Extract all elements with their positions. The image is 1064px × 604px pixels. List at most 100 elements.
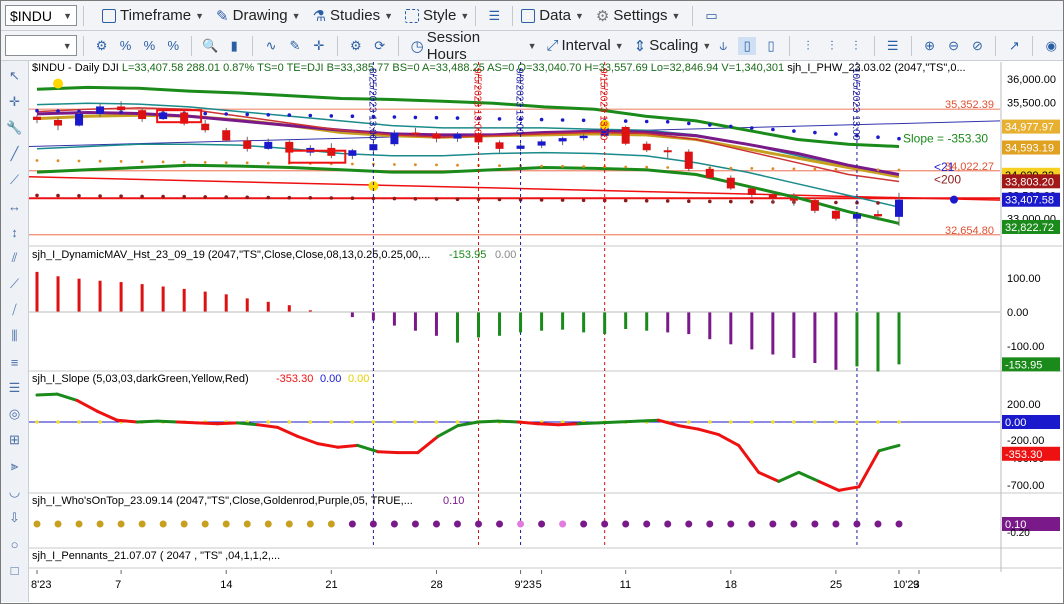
- chevron-down-icon[interactable]: ▼: [63, 11, 72, 21]
- arc-tool-icon[interactable]: ◡: [4, 481, 26, 503]
- wot-dot: [369, 520, 377, 528]
- header-segment: $INDU - Daily DJI: [32, 62, 122, 74]
- layout-icon[interactable]: ☰: [485, 7, 503, 25]
- data-menu[interactable]: Data ▼: [521, 7, 584, 24]
- candle-icon[interactable]: ▯: [738, 36, 757, 55]
- hist-bar: [245, 298, 249, 312]
- hist-bar: [350, 312, 354, 318]
- slope-zero-dot: [308, 420, 313, 424]
- ray-tool-icon[interactable]: ⟋: [4, 169, 26, 191]
- slope-last-label: -353.30: [1005, 449, 1042, 461]
- mid-dot: [414, 163, 417, 167]
- slope-zero-dot: [392, 420, 397, 424]
- eye-icon[interactable]: ◉: [1042, 37, 1060, 55]
- cycle-tool-icon[interactable]: ◎: [4, 403, 26, 425]
- rectangle-tool-icon[interactable]: □: [4, 559, 26, 581]
- refresh-icon[interactable]: ⟳: [371, 37, 389, 55]
- ohlc-icon[interactable]: ⫶: [823, 37, 841, 55]
- bar-icon[interactable]: ▮: [225, 37, 243, 55]
- hist-bar: [413, 312, 417, 331]
- chart-area[interactable]: 8/25/2023 13:00 9/5/2023 13:00 9/8/2023 13…: [29, 62, 1062, 602]
- hist-bar: [56, 276, 60, 312]
- zoom-out-icon[interactable]: ⊖: [945, 37, 963, 55]
- candle-hollow-icon[interactable]: ▯: [762, 37, 780, 55]
- interval-select[interactable]: ▼: [5, 35, 77, 56]
- symbol-input[interactable]: $INDU ▼: [5, 5, 77, 26]
- arrow-tool-icon[interactable]: ⇩: [4, 507, 26, 529]
- hist-bar: [392, 312, 396, 326]
- upper-dot: [539, 117, 544, 122]
- style-menu[interactable]: Style ▼: [405, 7, 469, 24]
- session-hours-menu[interactable]: ◷ Session Hours ▼: [411, 29, 537, 63]
- percent-icon[interactable]: %: [164, 37, 182, 55]
- trend-tool-icon[interactable]: ⟋: [4, 273, 26, 295]
- ohlc-icon[interactable]: ⫶: [847, 37, 865, 55]
- fib-ext-icon[interactable]: ☰: [4, 377, 26, 399]
- settings-menu[interactable]: ⚙ Settings ▼: [596, 7, 681, 25]
- slope-zero-dot: [455, 420, 460, 424]
- ohlc-icon[interactable]: ⫶: [799, 37, 817, 55]
- zoom-in-icon[interactable]: ⊕: [921, 37, 939, 55]
- mid-dot: [435, 163, 438, 167]
- settings-grid-icon[interactable]: ⚙: [347, 37, 365, 55]
- chart-icon[interactable]: ∿: [262, 37, 280, 55]
- hist-bar: [119, 282, 123, 312]
- hline-tool-icon[interactable]: ↔: [4, 195, 26, 217]
- crosshair-icon[interactable]: ✛: [310, 37, 328, 55]
- chevron-down-icon[interactable]: ▼: [63, 41, 72, 51]
- gann-tool-icon[interactable]: ⫼: [4, 325, 26, 347]
- price-header: $INDU - Daily DJI L=33,407.58 288.01 0.8…: [32, 62, 966, 74]
- interval-menu[interactable]: ⤢ Interval ▼: [546, 37, 623, 54]
- mid-dot: [140, 160, 144, 164]
- fib-tool-icon[interactable]: ≡: [4, 351, 26, 373]
- lower-dot: [203, 195, 207, 199]
- upper-dot: [308, 113, 313, 118]
- regression-tool-icon[interactable]: ⧸: [4, 299, 26, 321]
- interval-icon: ⤢: [546, 37, 559, 54]
- time-tick: 7: [115, 579, 121, 591]
- price-level-label: 34,022.27: [945, 161, 994, 173]
- mid-dot: [119, 160, 123, 163]
- upper-dot: [203, 111, 207, 116]
- wot-dot: [243, 520, 251, 528]
- crosshair-icon[interactable]: ✛: [4, 91, 26, 113]
- divider: [83, 5, 84, 26]
- lower-dot: [35, 193, 39, 198]
- studies-menu[interactable]: ⚗ Studies ▼: [313, 7, 393, 25]
- percent-icon[interactable]: %: [140, 37, 158, 55]
- channel-tool-icon[interactable]: ⫽: [4, 247, 26, 269]
- zoom-icon[interactable]: 🔍: [201, 37, 219, 55]
- percent-icon[interactable]: %: [117, 37, 135, 55]
- wrench-icon[interactable]: 🔧: [4, 117, 26, 139]
- link-icon[interactable]: ⚙: [93, 37, 111, 55]
- vline-tool-icon[interactable]: ↕: [4, 221, 26, 243]
- upper-dot: [287, 113, 292, 117]
- time-tick: 25: [830, 579, 842, 591]
- mid-dot: [771, 167, 775, 170]
- line-tool-icon[interactable]: ╱: [4, 143, 26, 165]
- hist-tick: 100.00: [1007, 273, 1041, 285]
- panel-icon[interactable]: ☰: [884, 37, 902, 55]
- edit-icon[interactable]: ✎: [286, 37, 304, 55]
- hist-bar: [98, 280, 102, 312]
- drawing-menu[interactable]: ✎ Drawing ▼: [216, 7, 301, 25]
- hist-bar: [287, 305, 291, 312]
- scaling-menu[interactable]: ⇕ Scaling ▼: [634, 37, 712, 55]
- add-chart-icon[interactable]: ↗: [1005, 37, 1023, 55]
- wot-dot: [75, 520, 83, 528]
- reset-icon[interactable]: ⊘: [968, 37, 986, 55]
- upper-dot: [455, 116, 460, 120]
- slope-zero-dot: [813, 420, 817, 424]
- circle-tool-icon[interactable]: ○: [4, 533, 26, 555]
- pitchfork-tool-icon[interactable]: ⫸: [4, 455, 26, 477]
- slope-zero-dot: [329, 420, 334, 424]
- window-icon[interactable]: ▭: [702, 7, 720, 25]
- wot-dot: [727, 520, 735, 528]
- bar-style-icon[interactable]: ⫝: [714, 37, 732, 55]
- speed-tool-icon[interactable]: ⊞: [4, 429, 26, 451]
- timeframe-menu[interactable]: Timeframe ▼: [102, 7, 204, 24]
- pointer-icon[interactable]: ↖: [4, 65, 26, 87]
- chevron-down-icon: ▼: [671, 10, 681, 21]
- mid-dot: [245, 161, 249, 165]
- candle-body: [75, 113, 84, 126]
